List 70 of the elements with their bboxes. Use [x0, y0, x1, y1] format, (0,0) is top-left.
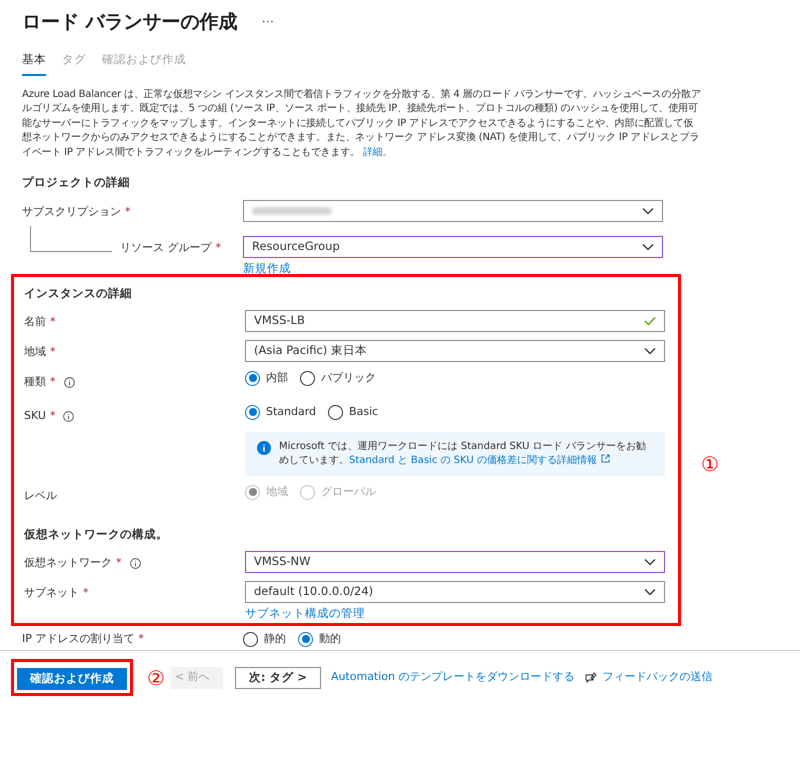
- field-label: サブスクリプション: [22, 204, 121, 220]
- feedback-icon: [584, 672, 597, 684]
- field-label: 種類: [24, 374, 46, 390]
- field-label: 地域: [24, 344, 46, 360]
- link[interactable]: 新規作成: [243, 260, 663, 277]
- dropdown[interactable]: default (10.0.0.0/24): [245, 581, 665, 603]
- annotation-number: ②: [147, 666, 165, 690]
- info-icon[interactable]: [130, 558, 140, 569]
- required-asterisk: *: [50, 408, 56, 424]
- radio-label: 静的: [264, 630, 286, 647]
- link[interactable]: サブネット構成の管理: [245, 605, 665, 622]
- dropdown[interactable]: (Asia Pacific) 東日本: [245, 340, 665, 362]
- external-link-icon: [600, 454, 610, 463]
- required-asterisk: *: [138, 630, 144, 647]
- radio-label: Standard: [266, 404, 316, 420]
- radio-button[interactable]: [328, 404, 344, 420]
- radio-button[interactable]: [243, 632, 258, 646]
- dropdown[interactable]: VMSS-NW: [245, 551, 665, 573]
- description-text: Azure Load Balancer は、正常な仮想マシン インスタンス間で着信トラフィックを分散する、第 4 層のロード バランサーです。ハッシュベースの分散アルゴリズムを使用します。既定では、5 つの組 (ソース IP、ソース ポート、接続先 IP、接続先ポート、プロトコルの種類) のハッシュを使用して、使用可能なサーバーにトラフィックをマップします。インターネットに接続してパブリック IP アドレスでアクセスできるようにすることや、内部に配置して仮想ネットワークからのみアクセスできるようにすることができます。また、ネットワーク アドレス変換 (NAT) を使用して、パブリック IP アドレスとプライベート IP アドレス間でトラフィックをルーティングすることもできます。 詳細。: [22, 88, 702, 160]
- review-create-button[interactable]: 確認および作成: [17, 668, 127, 690]
- field-label: 仮想ネットワーク: [24, 555, 112, 571]
- page-title: ロード バランサーの作成: [22, 10, 238, 35]
- radio-button[interactable]: [298, 632, 313, 646]
- required-asterisk: *: [83, 585, 88, 601]
- radio-button[interactable]: [300, 370, 315, 386]
- field-label: サブネット: [24, 585, 79, 601]
- info-icon: [257, 440, 271, 455]
- radio-button[interactable]: [245, 370, 260, 386]
- required-asterisk: *: [116, 555, 122, 571]
- radio-button[interactable]: [245, 404, 260, 420]
- section-heading: インスタンスの詳細: [24, 284, 133, 302]
- radio-label: パブリック: [321, 370, 376, 386]
- info-icon[interactable]: [64, 376, 74, 388]
- tab[interactable]: 確認および作成: [102, 50, 186, 76]
- tab[interactable]: タグ: [62, 50, 86, 76]
- tab[interactable]: 基本: [22, 50, 46, 76]
- chevron-down-icon: [644, 558, 656, 566]
- radio-label: 動的: [319, 630, 341, 647]
- chevron-down-icon: [644, 346, 656, 355]
- required-asterisk: *: [50, 344, 56, 360]
- chevron-down-icon: [644, 588, 656, 596]
- dropdown[interactable]: ResourceGroup: [243, 236, 663, 258]
- section-heading: プロジェクトの詳細: [22, 174, 131, 192]
- radio-label: 地域: [266, 484, 288, 500]
- field-label: 名前: [24, 314, 46, 330]
- text-input[interactable]: VMSS-LB: [245, 310, 665, 332]
- details-link[interactable]: 詳細。: [362, 146, 392, 158]
- next-button[interactable]: 次: タグ >: [234, 666, 321, 688]
- annotation-number: ①: [701, 450, 719, 478]
- radio-label: Basic: [349, 404, 378, 420]
- required-asterisk: *: [50, 374, 56, 390]
- notice-text: Microsoft では、運用ワークロードには Standard SKU ロード バランサーをお勧めしています。Standard と Basic の SKU の価格差に関する詳細情報: [279, 440, 647, 468]
- field-label: IP アドレスの割り当て: [22, 630, 134, 647]
- radio-label: グローバル: [321, 484, 376, 500]
- radio-label: 内部: [266, 370, 288, 386]
- field-label: レベル: [24, 488, 57, 504]
- download-template-link[interactable]: Automation のテンプレートをダウンロードする: [330, 669, 575, 686]
- field-label: リソース グループ: [120, 240, 212, 256]
- required-asterisk: *: [50, 314, 56, 330]
- pricing-link[interactable]: Standard と Basic の SKU の価格差に関する詳細情報: [349, 454, 597, 466]
- field-label: SKU: [24, 408, 46, 424]
- chevron-down-icon: [642, 242, 654, 250]
- chevron-down-icon: [642, 206, 654, 214]
- required-asterisk: *: [216, 240, 221, 256]
- info-icon[interactable]: [63, 410, 74, 422]
- subscription-dropdown[interactable]: [243, 200, 663, 222]
- feedback-link[interactable]: フィードバックの送信: [602, 669, 713, 686]
- more-button[interactable]: ···: [262, 12, 274, 32]
- section-heading: 仮想ネットワークの構成。: [24, 526, 169, 543]
- required-asterisk: *: [125, 204, 130, 220]
